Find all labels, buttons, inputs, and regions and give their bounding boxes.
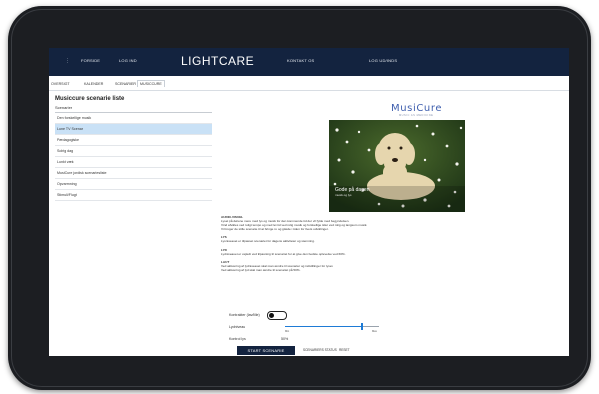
photo-caption-sub: musik og lys (335, 193, 352, 197)
reset-link[interactable]: RESET (339, 348, 350, 352)
scenario-list-title: Musiccure scenarie liste (55, 96, 125, 102)
volume-slider-fill (285, 326, 363, 327)
section-line: Vi bruger de stille scenarie til at brin… (221, 227, 329, 232)
dog-in-flowers-image (329, 120, 465, 212)
scenario-list-item[interactable]: Pædagogiske (55, 135, 212, 146)
section-line: Ved aktivering af lyd skal man ændre til… (221, 267, 301, 272)
control-row: Kontrol lys 50% (229, 334, 429, 346)
description-lys: LYS Lysniveauet er tilpasset scenariet f… (221, 235, 561, 243)
musicure-logo: MusiCure (391, 103, 443, 114)
scenario-photo: Gode på dagen musik og lys (329, 120, 465, 212)
action-row: START SCENARIE SCENARIERS STATUS RESET (229, 346, 429, 356)
scenario-controls: Kontrakter (lav/lille) Lydniveau Min Max… (229, 310, 429, 356)
volume-label: Lydniveau (229, 325, 246, 329)
nav-link-contact[interactable]: KONTAKT OS (287, 58, 314, 63)
description-audio-visual: AUDIO-VISUEL Lyset på dørene mere med ly… (221, 215, 561, 231)
start-scenario-button[interactable]: START SCENARIE (237, 346, 295, 355)
volume-row: Lydniveau Min Max (229, 322, 429, 334)
scenario-status-link[interactable]: SCENARIERS STATUS (303, 348, 337, 352)
scenario-description: AUDIO-VISUEL Lyset på dørene mere med ly… (221, 215, 561, 276)
volume-slider-thumb[interactable] (361, 323, 364, 330)
tab-musiccure[interactable]: MUSICCURE (137, 80, 165, 87)
scenario-list-subtitle: Scenarier (55, 105, 212, 113)
description-laut: LAUT Ved aktivering af lydniveauet skal … (221, 260, 561, 272)
top-navigation-bar: ⋮ FORSIDE LOG IND LIGHTCARE KONTAKT OS L… (49, 48, 569, 76)
control-light-value: 50% (281, 337, 289, 341)
tab-bar: OVERSIGT KALENDER SCENARIER MUSICCURE (49, 80, 569, 91)
scenario-list-panel: Musiccure scenarie liste Scenarier Den f… (55, 96, 212, 201)
brand-logo-text[interactable]: LIGHTCARE (181, 54, 254, 68)
tab-kalender[interactable]: KALENDER (84, 82, 103, 86)
toggle-row: Kontrakter (lav/lille) (229, 310, 429, 322)
toggle-knob (269, 313, 274, 318)
scenario-list-item-selected[interactable]: Lune TV Scenar (55, 124, 212, 135)
volume-max-label: Max (372, 330, 377, 333)
musicure-logo-tagline: MUSIC AS MEDICINE (399, 114, 434, 117)
tab-scenarier[interactable]: SCENARIER (115, 82, 136, 86)
volume-min-label: Min (285, 330, 290, 333)
section-line: Lydniveauet er vejledt ved tilpasning ti… (221, 251, 346, 256)
tab-oversigt[interactable]: OVERSIGT (51, 82, 70, 86)
toggle-label: Kontrakter (lav/lille) (229, 313, 260, 317)
description-lyd: LYD Lydniveauet er vejledt ved tilpasnin… (221, 248, 561, 256)
scenario-list-item[interactable]: Opvarmning (55, 179, 212, 190)
scenario-list-item[interactable]: MusiCure jordisk scenariesliste (55, 168, 212, 179)
nav-link-forside[interactable]: FORSIDE (81, 58, 100, 63)
control-light-label: Kontrol lys (229, 337, 246, 341)
section-line: Lysniveauet er tilpasset scenariet for d… (221, 239, 315, 244)
nav-link-logout[interactable]: LOG UD/INDS (369, 58, 397, 63)
volume-slider[interactable] (285, 323, 379, 330)
app-screen: ⋮ FORSIDE LOG IND LIGHTCARE KONTAKT OS L… (49, 48, 569, 356)
nav-link-login[interactable]: LOG IND (119, 58, 137, 63)
scenario-toggle-switch[interactable] (267, 311, 287, 320)
scenario-list-item[interactable]: Solrig dag (55, 146, 212, 157)
scenario-list-item[interactable]: Lunkt væk (55, 157, 212, 168)
scenario-list-item[interactable]: Den forskellige musik (55, 113, 212, 124)
menu-dots-icon[interactable]: ⋮ (65, 58, 70, 64)
scenario-list-item[interactable]: Stimuli/Flugt (55, 190, 212, 201)
